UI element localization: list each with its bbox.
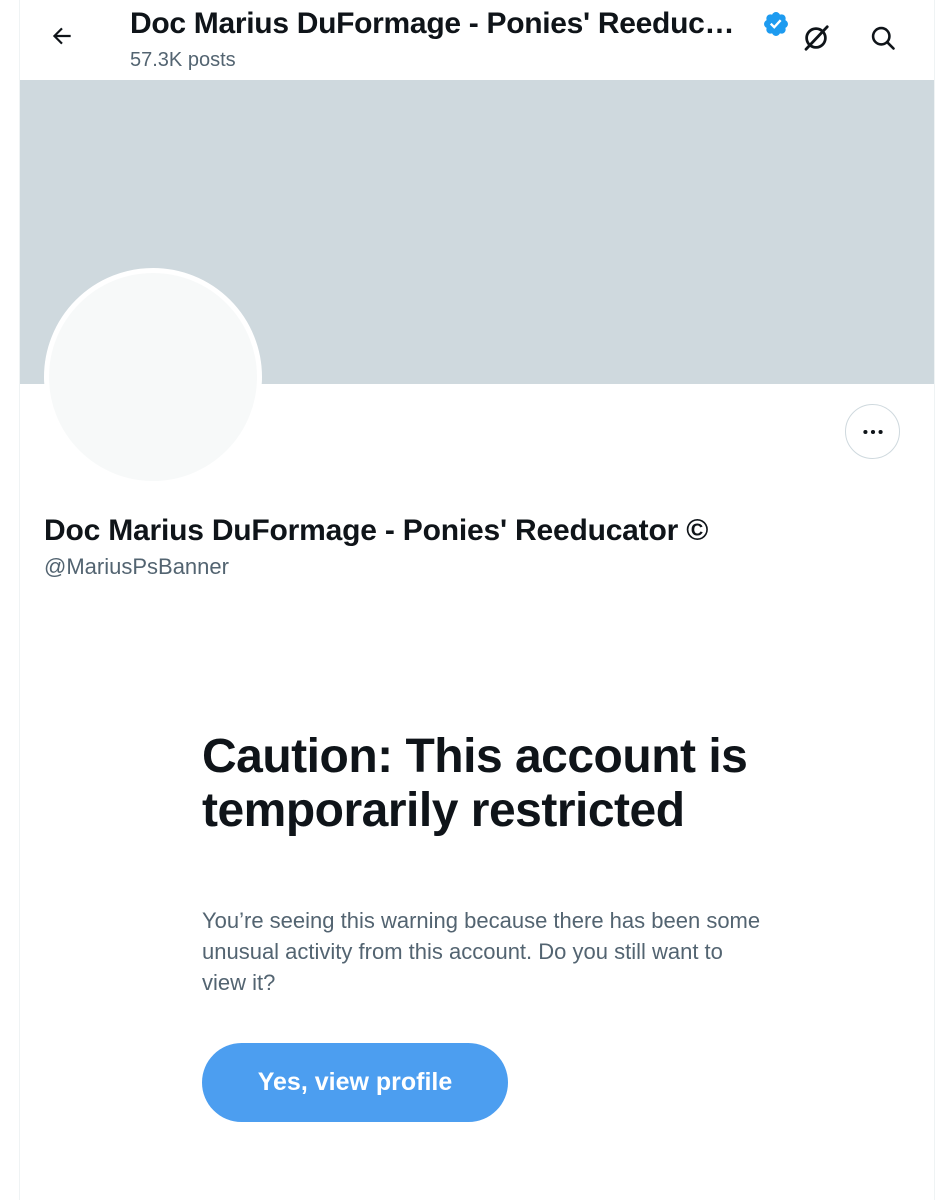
- grok-button[interactable]: [796, 18, 836, 58]
- posts-count: 57.3K posts: [130, 49, 236, 71]
- arrow-left-icon: [52, 27, 71, 45]
- profile-handle: @MariusPsBanner: [44, 554, 229, 579]
- search-icon: [871, 26, 895, 50]
- warning-title: Caution: This account is temporarily res…: [202, 730, 748, 837]
- avatar[interactable]: [44, 268, 262, 486]
- more-options-icon: [862, 429, 883, 434]
- grok-icon: [804, 25, 829, 51]
- header-title: Doc Marius DuFormage - Ponies' Reeducato…: [130, 7, 750, 40]
- right-divider: [934, 0, 935, 1200]
- view-profile-button[interactable]: Yes, view profile: [202, 1043, 508, 1122]
- warning-body: You’re seeing this warning because there…: [202, 908, 761, 995]
- back-button[interactable]: [42, 16, 82, 56]
- more-options-button[interactable]: [845, 404, 900, 459]
- profile-header: Doc Marius DuFormage - Ponies' Reeducato…: [20, 0, 934, 80]
- profile-display-name: Doc Marius DuFormage - Ponies' Reeducato…: [44, 514, 709, 547]
- profile-page: Doc Marius DuFormage - Ponies' Reeducato…: [0, 0, 946, 1200]
- verified-badge-icon: [764, 12, 788, 36]
- search-button[interactable]: [863, 18, 903, 58]
